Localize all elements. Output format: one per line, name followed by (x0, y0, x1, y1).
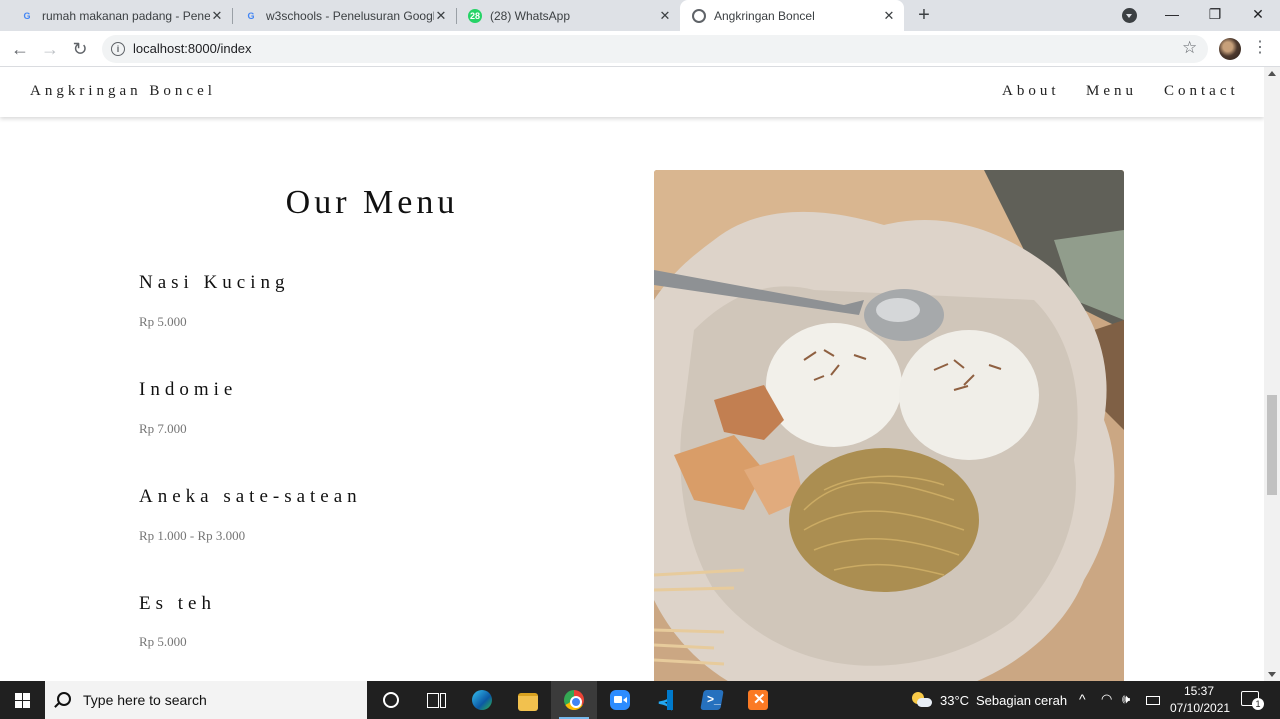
bookmark-star-icon[interactable]: ☆ (1182, 38, 1197, 58)
nav-link-contact[interactable]: Contact (1164, 83, 1239, 100)
menu-heading: Our Menu (285, 184, 459, 221)
vscode-icon[interactable]: ≺ (643, 681, 689, 719)
nav-link-menu[interactable]: Menu (1086, 83, 1137, 100)
tab-close-icon[interactable]: ✕ (210, 8, 224, 24)
reload-button[interactable]: ↻ (66, 35, 94, 63)
restore-button[interactable]: ❐ (1193, 0, 1237, 31)
weather-icon[interactable] (912, 690, 932, 710)
chrome-icon[interactable] (551, 681, 597, 719)
address-bar[interactable]: i localhost:8000/index ☆ (102, 35, 1208, 63)
clock-date[interactable]: 07/10/2021 (1170, 701, 1230, 715)
search-placeholder: Type here to search (83, 692, 207, 708)
menu-item-price: Rp 7.000 (139, 421, 187, 436)
page-scrollbar[interactable] (1264, 67, 1280, 681)
tab-whatsapp[interactable]: 28 (28) WhatsApp ✕ (456, 0, 680, 31)
menu-item-price: Rp 5.000 (139, 634, 187, 649)
tab-google-search-2[interactable]: G w3schools - Penelusuran Google ✕ (232, 0, 456, 31)
forward-button[interactable]: → (36, 35, 64, 63)
tab-title: (28) WhatsApp (490, 8, 571, 23)
site-brand[interactable]: Angkringan Boncel (30, 83, 216, 100)
file-explorer-icon[interactable] (505, 681, 551, 719)
minimize-button[interactable]: — (1150, 0, 1194, 31)
powershell-icon[interactable]: >_ (689, 681, 735, 719)
task-view-icon[interactable] (413, 681, 459, 719)
search-icon (57, 692, 71, 706)
profile-avatar[interactable] (1219, 38, 1241, 60)
cortana-icon[interactable] (367, 681, 413, 719)
weather-temp[interactable]: 33°C (940, 693, 969, 708)
new-tab-button[interactable]: + (912, 4, 936, 28)
google-icon: G (247, 10, 255, 21)
nav-link-about[interactable]: About (1002, 83, 1060, 100)
scroll-down-arrow[interactable] (1268, 672, 1276, 677)
tab-close-icon[interactable]: ✕ (658, 8, 672, 24)
info-icon[interactable]: i (111, 42, 125, 56)
tab-google-search-1[interactable]: G rumah makanan padang - Penelu ✕ (0, 0, 232, 31)
tab-close-icon[interactable]: ✕ (882, 8, 896, 24)
menu-item-name: Aneka sate-satean (139, 486, 362, 507)
tab-title: w3schools - Penelusuran Google (266, 8, 434, 23)
windows-start-icon[interactable] (0, 681, 45, 719)
clock-time[interactable]: 15:37 (1184, 684, 1214, 698)
tab-title: rumah makanan padang - Penelu (42, 8, 210, 23)
close-window-button[interactable]: ✕ (1236, 0, 1280, 31)
chrome-menu-icon[interactable]: ⋮ (1252, 37, 1268, 57)
notification-count-badge: 1 (1252, 698, 1264, 710)
google-icon: G (23, 10, 31, 21)
food-photo (654, 170, 1124, 681)
menu-item-name: Nasi Kucing (139, 272, 290, 293)
tab-title: Angkringan Boncel (714, 8, 815, 23)
page-viewport: Angkringan Boncel About Menu Contact Our… (0, 67, 1264, 681)
edge-icon[interactable] (459, 681, 505, 719)
back-button[interactable]: ← (6, 35, 34, 63)
menu-item-name: Es teh (139, 593, 216, 614)
xampp-icon[interactable]: ✕ (735, 681, 781, 719)
weather-condition[interactable]: Sebagian cerah (976, 693, 1067, 708)
menu-item-price: Rp 5.000 (139, 314, 187, 329)
whatsapp-icon: 28 (468, 8, 482, 23)
globe-icon (692, 8, 706, 23)
taskbar-search-box[interactable]: Type here to search (45, 681, 367, 719)
volume-icon[interactable]: 🕪 (1122, 691, 1130, 707)
windows-taskbar: Type here to search ≺ >_ ✕ 33°C Sebagian (0, 681, 1280, 719)
tab-strip: G rumah makanan padang - Penelu ✕ G w3sc… (0, 0, 1280, 31)
battery-icon[interactable] (1146, 696, 1160, 705)
menu-item-price: Rp 1.000 - Rp 3.000 (139, 528, 246, 543)
site-navbar: Angkringan Boncel About Menu Contact (0, 67, 1264, 117)
tab-angkringan-boncel[interactable]: Angkringan Boncel ✕ (680, 0, 904, 31)
menu-item-name: Indomie (139, 379, 238, 400)
scroll-up-arrow[interactable] (1268, 71, 1276, 76)
browser-toolbar: ← → ↻ i localhost:8000/index ☆ ⋮ (0, 31, 1280, 67)
wifi-icon[interactable]: ◠ (1101, 691, 1112, 707)
show-hidden-icons-icon[interactable]: ^ (1079, 691, 1086, 707)
tab-search-icon[interactable] (1122, 8, 1137, 23)
zoom-icon[interactable] (597, 681, 643, 719)
tab-close-icon[interactable]: ✕ (434, 8, 448, 24)
scroll-thumb[interactable] (1267, 395, 1277, 495)
url-text[interactable]: localhost:8000/index (133, 41, 252, 56)
